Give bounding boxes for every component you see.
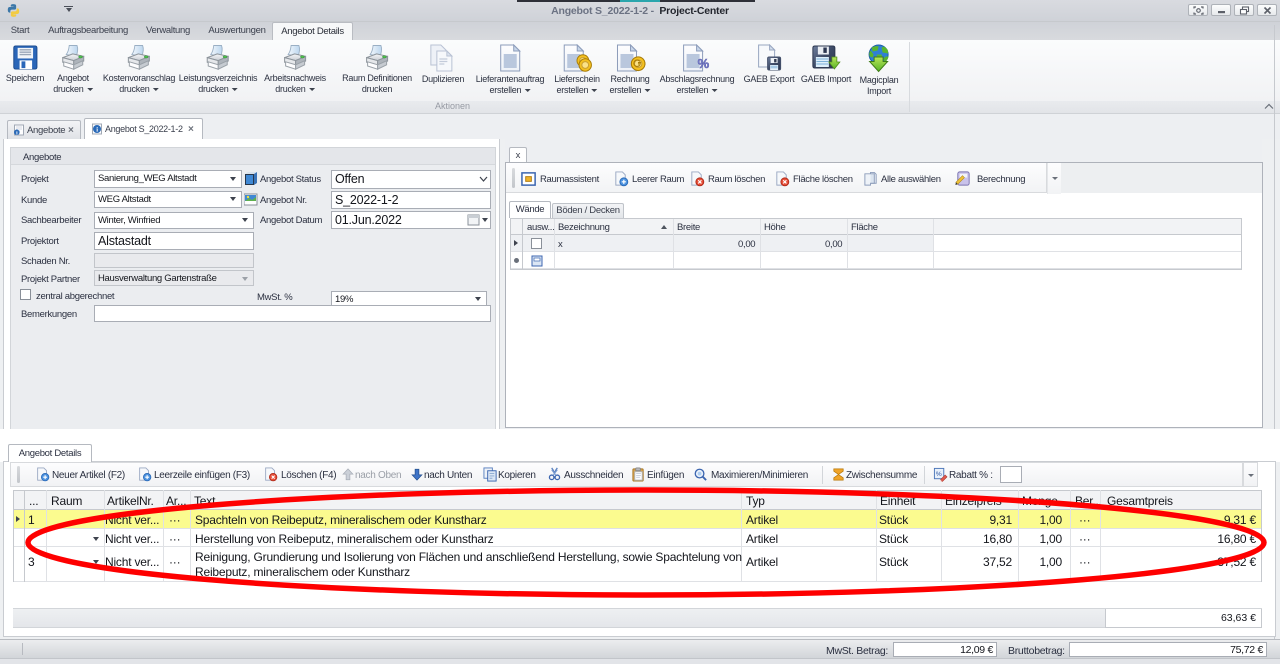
svg-text:%: % [698, 56, 710, 71]
svg-text:%: % [936, 471, 942, 478]
